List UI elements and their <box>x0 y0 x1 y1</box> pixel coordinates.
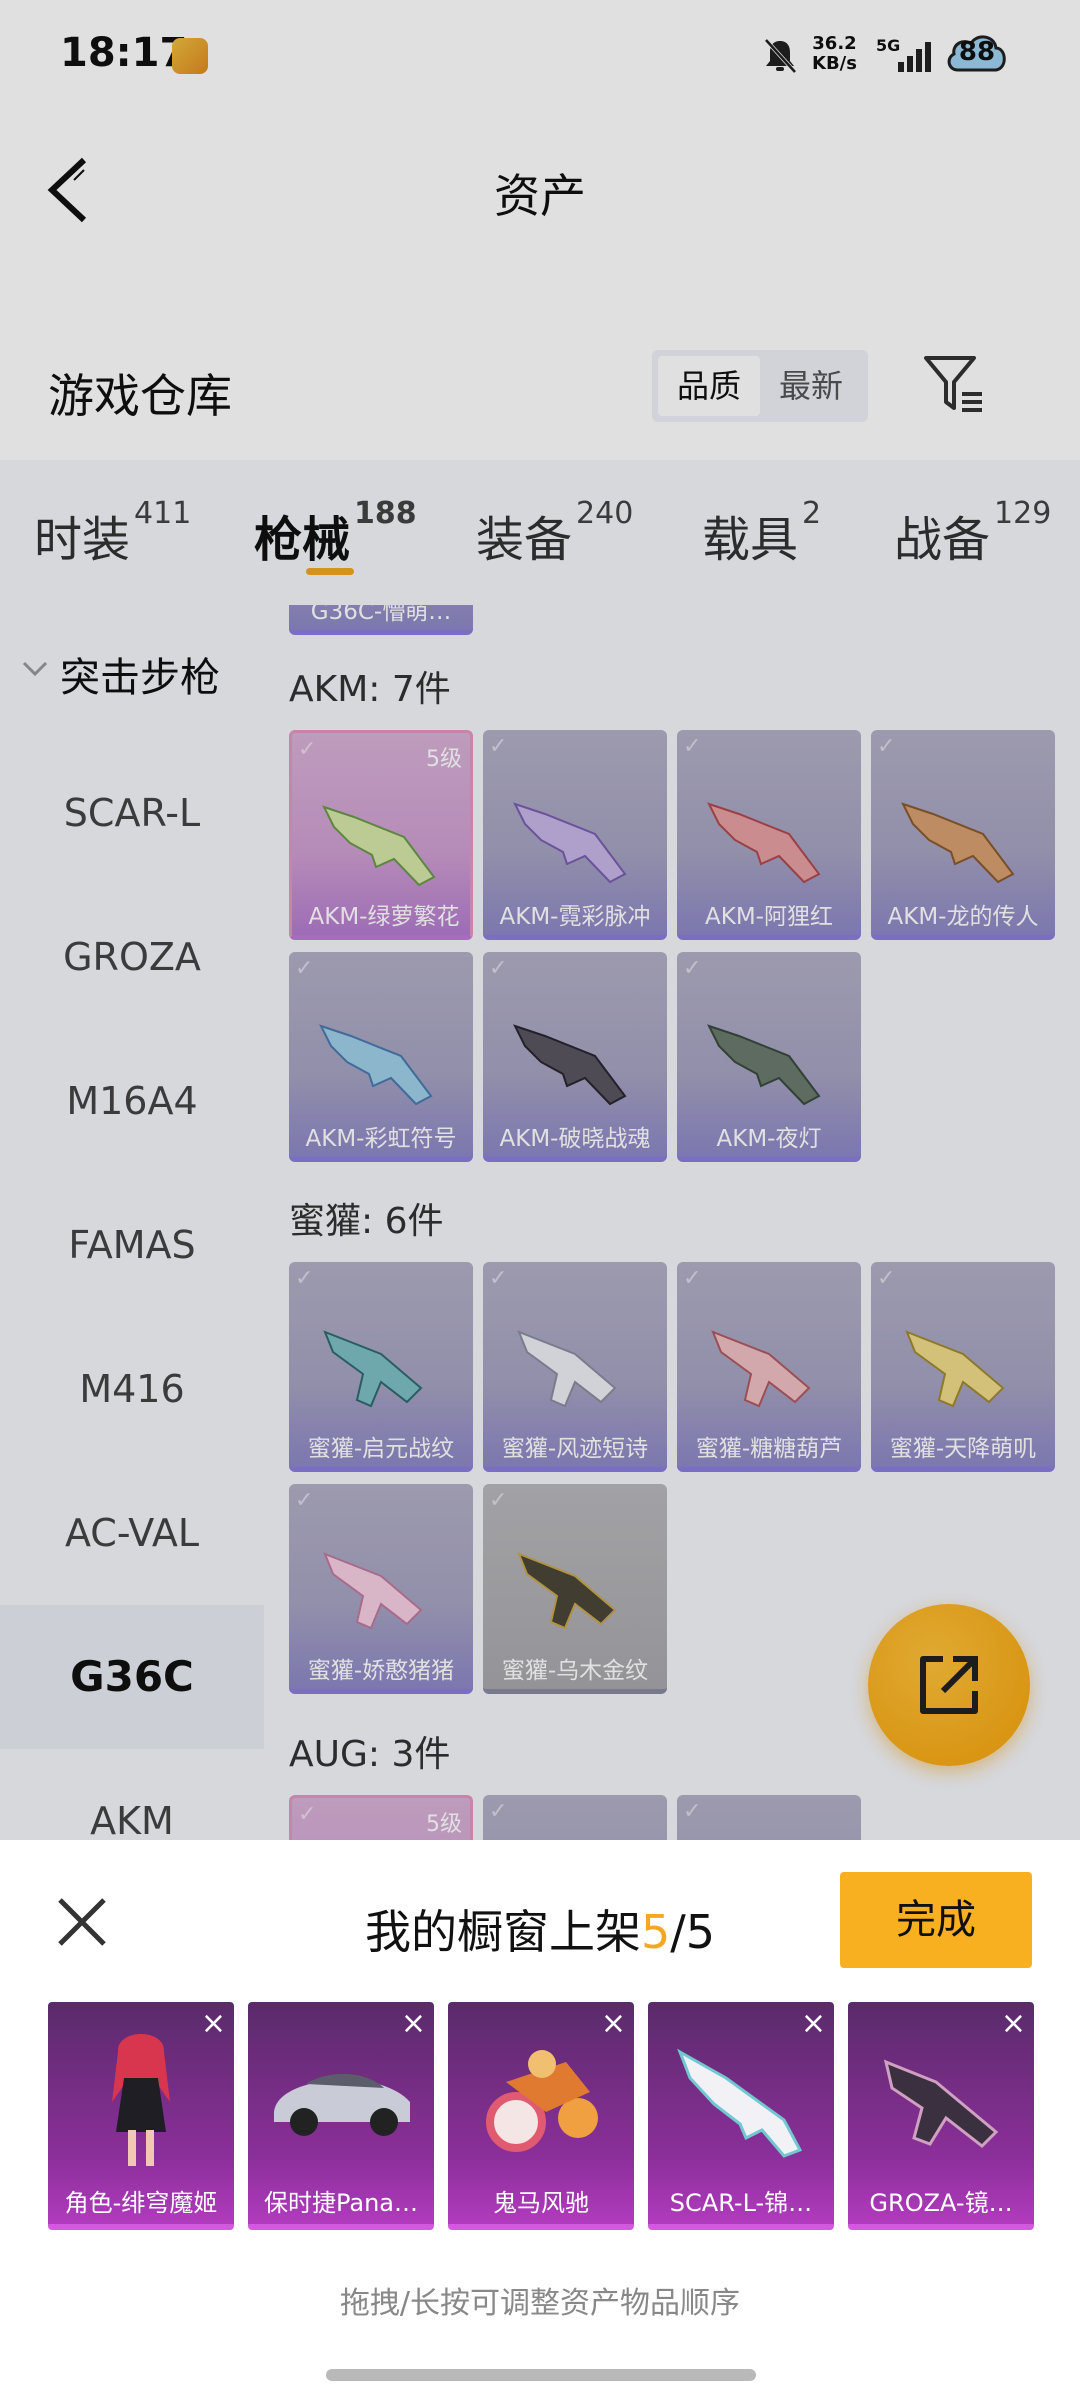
skin-card[interactable]: ✓ AKM-夜灯 <box>677 952 861 1162</box>
sidebar-item-ac-val[interactable]: AC-VAL <box>0 1461 264 1605</box>
level-badge: 5级 <box>426 1812 462 1837</box>
rifle-icon <box>513 802 627 884</box>
skin-card[interactable]: ✓ AKM-霓彩脉冲 <box>483 730 667 940</box>
rifle-thumbnail <box>883 2059 999 2148</box>
skin-card[interactable]: ✓ <box>483 1795 667 1840</box>
skin-card[interactable]: G36C-懵萌… <box>289 605 473 635</box>
smg-icon <box>517 1330 617 1408</box>
check-icon: ✓ <box>877 734 896 759</box>
tab-vehicles[interactable]: 载具 2 <box>702 496 821 570</box>
showcase-item[interactable]: × GROZA-镜… <box>848 2002 1034 2230</box>
sidebar-item-groza[interactable]: GROZA <box>0 885 264 1029</box>
check-icon: ✓ <box>489 956 508 981</box>
sort-toggle: 品质 最新 <box>652 350 868 422</box>
check-icon: ✓ <box>683 1799 702 1824</box>
skin-card[interactable]: ✓ <box>677 1795 861 1840</box>
motorbike-thumbnail <box>486 2050 598 2152</box>
check-icon: ✓ <box>683 956 702 981</box>
tab-fashion[interactable]: 时装 411 <box>34 496 191 570</box>
check-icon: ✓ <box>295 956 314 981</box>
smg-icon <box>323 1330 423 1408</box>
weapon-type-sidebar: 突击步枪 SCAR-L GROZA M16A4 FAMAS M416 AC-VA… <box>0 605 264 1840</box>
sidebar-item-g36c[interactable]: G36C <box>0 1605 264 1749</box>
signal-icon <box>898 42 931 72</box>
smg-icon <box>711 1330 811 1408</box>
skin-card[interactable]: ✓ AKM-破晓战魂 <box>483 952 667 1162</box>
rifle-icon <box>707 802 821 884</box>
smg-icon <box>905 1330 1005 1408</box>
page-title: 资产 <box>494 169 586 223</box>
skin-card[interactable]: ✓ AKM-彩虹符号 <box>289 952 473 1162</box>
smg-icon <box>323 1552 423 1630</box>
skin-card[interactable]: ✓ 蜜獾-天降萌叽 <box>871 1262 1055 1472</box>
sort-quality-button[interactable]: 品质 <box>658 356 760 416</box>
skin-card[interactable]: ✓ 蜜獾-启元战纹 <box>289 1262 473 1472</box>
battery-icon: 88 <box>944 28 1010 78</box>
tab-guns[interactable]: 枪械 188 <box>254 496 417 570</box>
showcase-item[interactable]: × 保时捷Pana… <box>248 2002 434 2230</box>
rifle-icon <box>901 802 1015 884</box>
skin-card[interactable]: ✓ 蜜獾-娇憨猪猪 <box>289 1484 473 1694</box>
check-icon: ✓ <box>298 737 317 762</box>
check-icon: ✓ <box>489 1266 508 1291</box>
smg-icon <box>517 1552 617 1630</box>
check-icon: ✓ <box>877 1266 896 1291</box>
status-time: 18:17 <box>60 30 188 76</box>
sort-newest-button[interactable]: 最新 <box>760 356 862 416</box>
showcase-panel: 我的橱窗上架5/5 完成 × 角色-绯穹魔姬 × 保时捷Pana… × 鬼马风驰… <box>0 1840 1080 2400</box>
check-icon: ✓ <box>295 1266 314 1291</box>
tab-supplies[interactable]: 战备 129 <box>894 496 1051 570</box>
active-tab-indicator <box>306 568 354 575</box>
sidebar-item-akm[interactable]: AKM <box>0 1749 264 1840</box>
rifle-thumbnail <box>677 2048 803 2158</box>
network-speed: 36.2 KB/s <box>812 33 857 74</box>
done-button[interactable]: 完成 <box>840 1872 1032 1968</box>
rifle-icon <box>319 1024 433 1106</box>
showcase-item[interactable]: × 鬼马风驰 <box>448 2002 634 2230</box>
group-title-honey-badger: 蜜獾: 6件 <box>289 1201 444 1242</box>
sidebar-item-m416[interactable]: M416 <box>0 1317 264 1461</box>
showcase-item[interactable]: × 角色-绯穹魔姬 <box>48 2002 234 2230</box>
category-tabs: 时装 411 枪械 188 装备 240 载具 2 战备 129 <box>0 460 1080 605</box>
filter-icon[interactable] <box>922 354 986 416</box>
skin-card[interactable]: ✓ AKM-龙的传人 <box>871 730 1055 940</box>
sidebar-item-scar-l[interactable]: SCAR-L <box>0 741 264 885</box>
check-icon: ✓ <box>295 1488 314 1513</box>
rifle-icon <box>513 1024 627 1106</box>
reorder-hint: 拖拽/长按可调整资产物品顺序 <box>339 2286 741 2321</box>
status-bar: 18:17 36.2 KB/s 5G 88 <box>0 0 1080 110</box>
check-icon: ✓ <box>298 1802 317 1827</box>
check-icon: ✓ <box>683 734 702 759</box>
bell-muted-icon <box>764 38 797 74</box>
chevron-down-icon <box>22 661 48 677</box>
skin-card[interactable]: ✓ 蜜獾-糖糖葫芦 <box>677 1262 861 1472</box>
rifle-icon <box>707 1024 821 1106</box>
home-indicator[interactable] <box>326 2369 756 2381</box>
check-icon: ✓ <box>683 1266 702 1291</box>
skin-card[interactable]: ✓ AKM-阿狸红 <box>677 730 861 940</box>
skin-card[interactable]: ✓ 5级 AKM-绿萝繁花 <box>289 730 473 940</box>
car-thumbnail <box>274 2073 410 2136</box>
external-link-icon <box>920 1656 978 1714</box>
app-notification-icon <box>172 38 208 74</box>
group-title-aug: AUG: 3件 <box>289 1734 451 1775</box>
check-icon: ✓ <box>489 734 508 759</box>
showcase-item[interactable]: × SCAR-L-锦… <box>648 2002 834 2230</box>
share-fab-button[interactable] <box>868 1604 1030 1766</box>
tab-gear[interactable]: 装备 240 <box>476 496 633 570</box>
skin-card[interactable]: ✓ 蜜獾-风迹短诗 <box>483 1262 667 1472</box>
character-thumbnail <box>112 2034 170 2166</box>
sidebar-item-famas[interactable]: FAMAS <box>0 1173 264 1317</box>
rifle-icon <box>322 805 436 887</box>
check-icon: ✓ <box>489 1799 508 1824</box>
skin-card[interactable]: ✓ 蜜獾-乌木金纹 <box>483 1484 667 1694</box>
section-title: 游戏仓库 <box>48 369 232 423</box>
sidebar-group-assault-rifles[interactable]: 突击步枪 <box>0 635 264 715</box>
sidebar-item-m16a4[interactable]: M16A4 <box>0 1029 264 1173</box>
skin-card[interactable]: ✓ 5级 <box>289 1795 473 1840</box>
group-title-akm: AKM: 7件 <box>289 669 451 710</box>
check-icon: ✓ <box>489 1488 508 1513</box>
